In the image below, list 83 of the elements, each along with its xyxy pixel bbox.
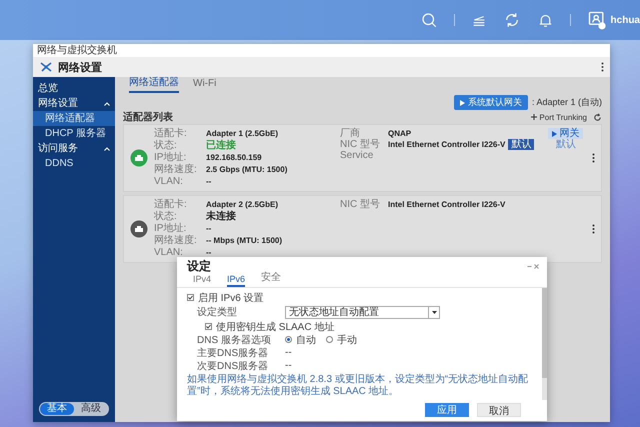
type-select[interactable]: 无状态地址自动配置 bbox=[285, 306, 440, 318]
play-icon bbox=[552, 130, 558, 136]
tab[interactable]: 网络适配器 bbox=[129, 75, 179, 93]
chevron-icon[interactable] bbox=[104, 102, 110, 106]
gateway-value: : Adapter 1 (自动) bbox=[532, 96, 602, 109]
search-icon[interactable] bbox=[420, 11, 438, 29]
checkbox[interactable] bbox=[187, 294, 194, 301]
port-trunking-button[interactable]: Port Trunking bbox=[531, 112, 587, 122]
detail-label: NIC 型号 bbox=[340, 139, 381, 150]
field-label: 设定类型 bbox=[197, 306, 238, 319]
field-label: 网络速度: bbox=[154, 235, 198, 247]
plus-icon bbox=[531, 114, 538, 120]
field-label: 次要DNS服务器 bbox=[197, 360, 270, 372]
detail-value: QNAP bbox=[388, 128, 412, 139]
field-label: 适配卡: bbox=[154, 199, 188, 210]
field-label: 状态: bbox=[154, 211, 178, 222]
field-value: Adapter 2 (2.5GbE) bbox=[206, 199, 280, 210]
detail-label: NIC 型号 bbox=[340, 199, 381, 210]
sidebar-item[interactable]: 网络适配器 bbox=[33, 111, 115, 126]
field-value: -- bbox=[206, 247, 212, 259]
default-badge: 默认 bbox=[508, 139, 534, 150]
sidebar-item[interactable]: 网络设置 bbox=[33, 96, 115, 111]
field-value: -- bbox=[285, 360, 292, 371]
sidebar-item[interactable]: 总览 bbox=[33, 81, 115, 96]
apply-button[interactable]: 应用 bbox=[425, 403, 469, 417]
checkbox-label: 启用 IPv6 设置 bbox=[198, 292, 264, 304]
chevron-icon[interactable] bbox=[104, 146, 110, 150]
field-value: -- bbox=[206, 223, 212, 235]
sidebar-item[interactable]: DHCP 服务器 bbox=[33, 126, 115, 141]
radio-label: 自动 bbox=[296, 334, 316, 346]
mode-option[interactable]: 高级 bbox=[74, 403, 108, 415]
app-title: 网络设置 bbox=[58, 60, 102, 74]
close-icon[interactable] bbox=[534, 264, 539, 268]
field-value: 未连接 bbox=[206, 211, 237, 223]
detail-label: Service bbox=[340, 150, 374, 161]
field-value: 2.5 Gbps (MTU: 1500) bbox=[206, 164, 288, 176]
gateway-tag: 网关 bbox=[548, 128, 584, 139]
field-label: 状态: bbox=[154, 140, 178, 152]
user-name[interactable]: hchua bbox=[610, 14, 640, 26]
gateway-note: 默认 bbox=[556, 139, 576, 150]
field-value: Adapter 1 (2.5GbE) bbox=[206, 128, 280, 140]
mode-option[interactable]: 基本 bbox=[40, 403, 74, 415]
default-gateway-button[interactable]: 系统默认网关 bbox=[454, 95, 528, 110]
checkbox[interactable] bbox=[205, 323, 212, 330]
list-title: 适配器列表 bbox=[123, 110, 173, 124]
field-value: -- bbox=[285, 347, 292, 358]
user-icon[interactable] bbox=[586, 10, 607, 30]
field-value: 已连接 bbox=[206, 140, 237, 152]
caret-icon bbox=[432, 310, 436, 314]
field-label: 适配卡: bbox=[154, 128, 188, 140]
detail-value: Intel Ethernet Controller I226-V bbox=[388, 199, 506, 210]
field-label: IP地址: bbox=[154, 152, 188, 164]
play-icon bbox=[460, 100, 465, 106]
field-value: -- bbox=[206, 176, 212, 188]
detail-label: 厂商 bbox=[340, 128, 360, 139]
radio-button[interactable] bbox=[285, 336, 292, 343]
field-label: 主要DNS服务器 bbox=[197, 346, 270, 360]
field-value: 192.168.50.159 bbox=[206, 152, 263, 164]
detail-value: Intel Ethernet Controller I226-V bbox=[388, 139, 506, 150]
more-icon[interactable] bbox=[601, 62, 604, 72]
minimize-icon[interactable] bbox=[527, 264, 532, 268]
more-icon[interactable] bbox=[592, 153, 595, 163]
sidebar-item[interactable]: DDNS bbox=[33, 156, 115, 171]
dialog-tab[interactable]: 安全 bbox=[261, 270, 282, 287]
field-value: -- Mbps (MTU: 1500) bbox=[206, 235, 283, 247]
scrollbar-thumb[interactable] bbox=[542, 288, 547, 378]
refresh-icon[interactable] bbox=[593, 112, 602, 122]
dialog-tab[interactable]: IPv4 bbox=[193, 274, 212, 287]
radio-label: 手动 bbox=[337, 334, 357, 346]
cancel-button[interactable]: 取消 bbox=[477, 403, 521, 417]
dialog-tab[interactable]: IPv6 bbox=[227, 274, 246, 287]
radio-button[interactable] bbox=[326, 336, 333, 343]
more-icon[interactable] bbox=[592, 224, 595, 234]
checkbox-label: 使用密钥生成 SLAAC 地址 bbox=[216, 320, 334, 334]
sidebar-item[interactable]: 访问服务 bbox=[33, 141, 115, 156]
field-label: 网络速度: bbox=[154, 164, 198, 176]
field-label: VLAN: bbox=[154, 176, 184, 188]
field-label: DNS 服务器选项 bbox=[197, 334, 272, 346]
dialog-title: 设定 bbox=[187, 258, 211, 274]
field-label: VLAN: bbox=[154, 247, 184, 259]
note-text: 如果使用网络与虚拟交换机 2.8.3 或更旧版本，设定类型为“无状态地址自动配置”时，系统将无法使用密钥生成 SLAAC 地址。 bbox=[187, 374, 530, 398]
tab[interactable]: Wi-Fi bbox=[193, 78, 216, 93]
field-label: IP地址: bbox=[154, 223, 188, 234]
